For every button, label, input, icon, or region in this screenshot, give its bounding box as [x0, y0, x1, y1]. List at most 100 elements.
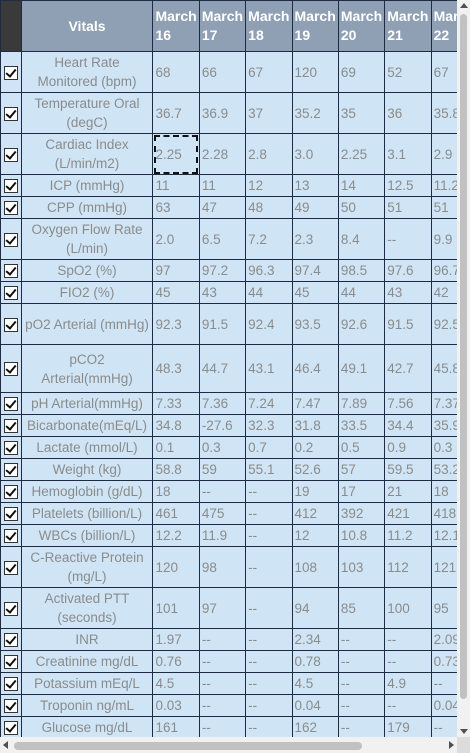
value-cell[interactable]: -- [198, 694, 247, 717]
value-cell[interactable]: 34.8 [152, 414, 200, 437]
value-cell[interactable]: 17 [337, 480, 386, 503]
value-cell[interactable]: 45 [291, 281, 339, 304]
value-cell[interactable]: 97.2 [198, 259, 247, 282]
value-cell[interactable]: 11 [198, 174, 247, 197]
value-cell[interactable]: 44 [337, 281, 386, 304]
value-cell[interactable]: 3.1 [384, 133, 432, 175]
value-cell[interactable]: 45.8 [430, 344, 457, 393]
row-checkbox[interactable] [3, 507, 18, 522]
value-cell[interactable]: 34.4 [384, 414, 432, 437]
value-cell[interactable]: -- [384, 694, 432, 717]
value-cell[interactable]: -- [430, 672, 457, 695]
value-cell[interactable]: 48.3 [152, 344, 200, 393]
value-cell[interactable]: 0.03 [152, 694, 200, 717]
value-cell[interactable]: 45 [152, 281, 200, 304]
value-cell[interactable]: 18 [430, 480, 457, 503]
value-cell[interactable]: 51 [384, 196, 432, 219]
value-cell[interactable]: 97.6 [384, 259, 432, 282]
value-cell[interactable]: 0.5 [337, 436, 386, 459]
value-cell[interactable]: 461 [152, 502, 200, 525]
value-cell[interactable]: 121 [430, 546, 457, 588]
value-cell[interactable]: 94 [291, 587, 339, 629]
value-cell[interactable]: 21 [384, 480, 432, 503]
value-cell[interactable]: 2.0 [152, 218, 200, 260]
date-column-header[interactable]: March 18 [245, 0, 293, 52]
value-cell[interactable]: 12 [245, 174, 293, 197]
value-cell[interactable]: 7.36 [198, 392, 247, 415]
row-checkbox[interactable] [3, 677, 18, 692]
value-cell[interactable]: -- [198, 650, 247, 673]
row-checkbox[interactable] [3, 560, 18, 575]
vitals-grid-viewport[interactable]: Vitals March 16 March 17 March 18 March 19 M… [0, 0, 457, 737]
value-cell[interactable]: 37 [245, 92, 293, 134]
value-cell[interactable]: 0.04 [291, 694, 339, 717]
value-cell[interactable]: -- [384, 628, 432, 651]
value-cell[interactable]: 44 [245, 281, 293, 304]
value-cell[interactable]: 67 [245, 51, 293, 93]
value-cell[interactable]: 69 [337, 51, 386, 93]
value-cell[interactable]: -- [384, 650, 432, 673]
value-cell[interactable]: 96.3 [245, 259, 293, 282]
value-cell[interactable]: -27.6 [198, 414, 247, 437]
value-cell[interactable]: 12.5 [384, 174, 432, 197]
row-checkbox[interactable] [3, 529, 18, 544]
value-cell[interactable]: 12.1 [430, 524, 457, 547]
value-cell[interactable]: -- [245, 650, 293, 673]
value-cell[interactable]: 7.2 [245, 218, 293, 260]
row-checkbox[interactable] [3, 264, 18, 279]
value-cell[interactable]: -- [245, 524, 293, 547]
value-cell[interactable]: 33.5 [337, 414, 386, 437]
value-cell[interactable]: 0.3 [430, 436, 457, 459]
row-checkbox[interactable] [3, 485, 18, 500]
value-cell[interactable]: -- [198, 672, 247, 695]
value-cell[interactable]: 4.5 [152, 672, 200, 695]
vertical-scroll-thumb[interactable] [460, 14, 467, 699]
value-cell[interactable]: 35.9 [430, 414, 457, 437]
value-cell[interactable]: 55.1 [245, 458, 293, 481]
value-cell[interactable]: 49 [291, 196, 339, 219]
value-cell[interactable]: -- [245, 694, 293, 717]
value-cell[interactable]: 2.34 [291, 628, 339, 651]
value-cell[interactable]: 7.24 [245, 392, 293, 415]
value-cell[interactable]: 67 [430, 51, 457, 93]
value-cell[interactable]: -- [245, 587, 293, 629]
row-checkbox[interactable] [3, 721, 18, 736]
value-cell[interactable]: 97 [198, 587, 247, 629]
value-cell[interactable]: 96.7 [430, 259, 457, 282]
row-checkbox[interactable] [3, 362, 18, 377]
value-cell[interactable]: 0.78 [291, 650, 339, 673]
value-cell[interactable]: 9.9 [430, 218, 457, 260]
value-cell[interactable]: 98.5 [337, 259, 386, 282]
value-cell[interactable]: 52 [384, 51, 432, 93]
row-checkbox[interactable] [3, 179, 18, 194]
value-cell[interactable]: -- [337, 694, 386, 717]
value-cell[interactable]: 95 [430, 587, 457, 629]
value-cell[interactable]: 58.8 [152, 458, 200, 481]
row-checkbox[interactable] [3, 463, 18, 478]
row-checkbox[interactable] [3, 441, 18, 456]
value-cell[interactable]: 50 [337, 196, 386, 219]
row-checkbox[interactable] [3, 419, 18, 434]
value-cell[interactable]: 2.9 [430, 133, 457, 175]
value-cell[interactable]: 91.5 [384, 303, 432, 345]
value-cell[interactable]: 35.2 [291, 92, 339, 134]
value-cell[interactable]: 31.8 [291, 414, 339, 437]
value-cell[interactable]: 59 [198, 458, 247, 481]
value-cell[interactable]: -- [337, 628, 386, 651]
value-cell[interactable]: 412 [291, 502, 339, 525]
date-column-header[interactable]: March 16 [152, 0, 200, 52]
value-cell[interactable]: 6.5 [198, 218, 247, 260]
value-cell[interactable]: 2.09 [430, 628, 457, 651]
value-cell[interactable]: -- [198, 628, 247, 651]
date-column-header[interactable]: March 19 [291, 0, 339, 52]
value-cell[interactable]: 92.4 [245, 303, 293, 345]
value-cell[interactable]: 97.4 [291, 259, 339, 282]
value-cell[interactable]: 36.7 [152, 92, 200, 134]
value-cell[interactable]: 7.33 [152, 392, 200, 415]
value-cell[interactable]: 43.1 [245, 344, 293, 393]
value-cell[interactable]: 10.8 [337, 524, 386, 547]
value-cell[interactable]: 59.5 [384, 458, 432, 481]
value-cell[interactable]: -- [245, 480, 293, 503]
selected-value-cell[interactable]: 2.25 [152, 133, 200, 175]
value-cell[interactable]: 392 [337, 502, 386, 525]
